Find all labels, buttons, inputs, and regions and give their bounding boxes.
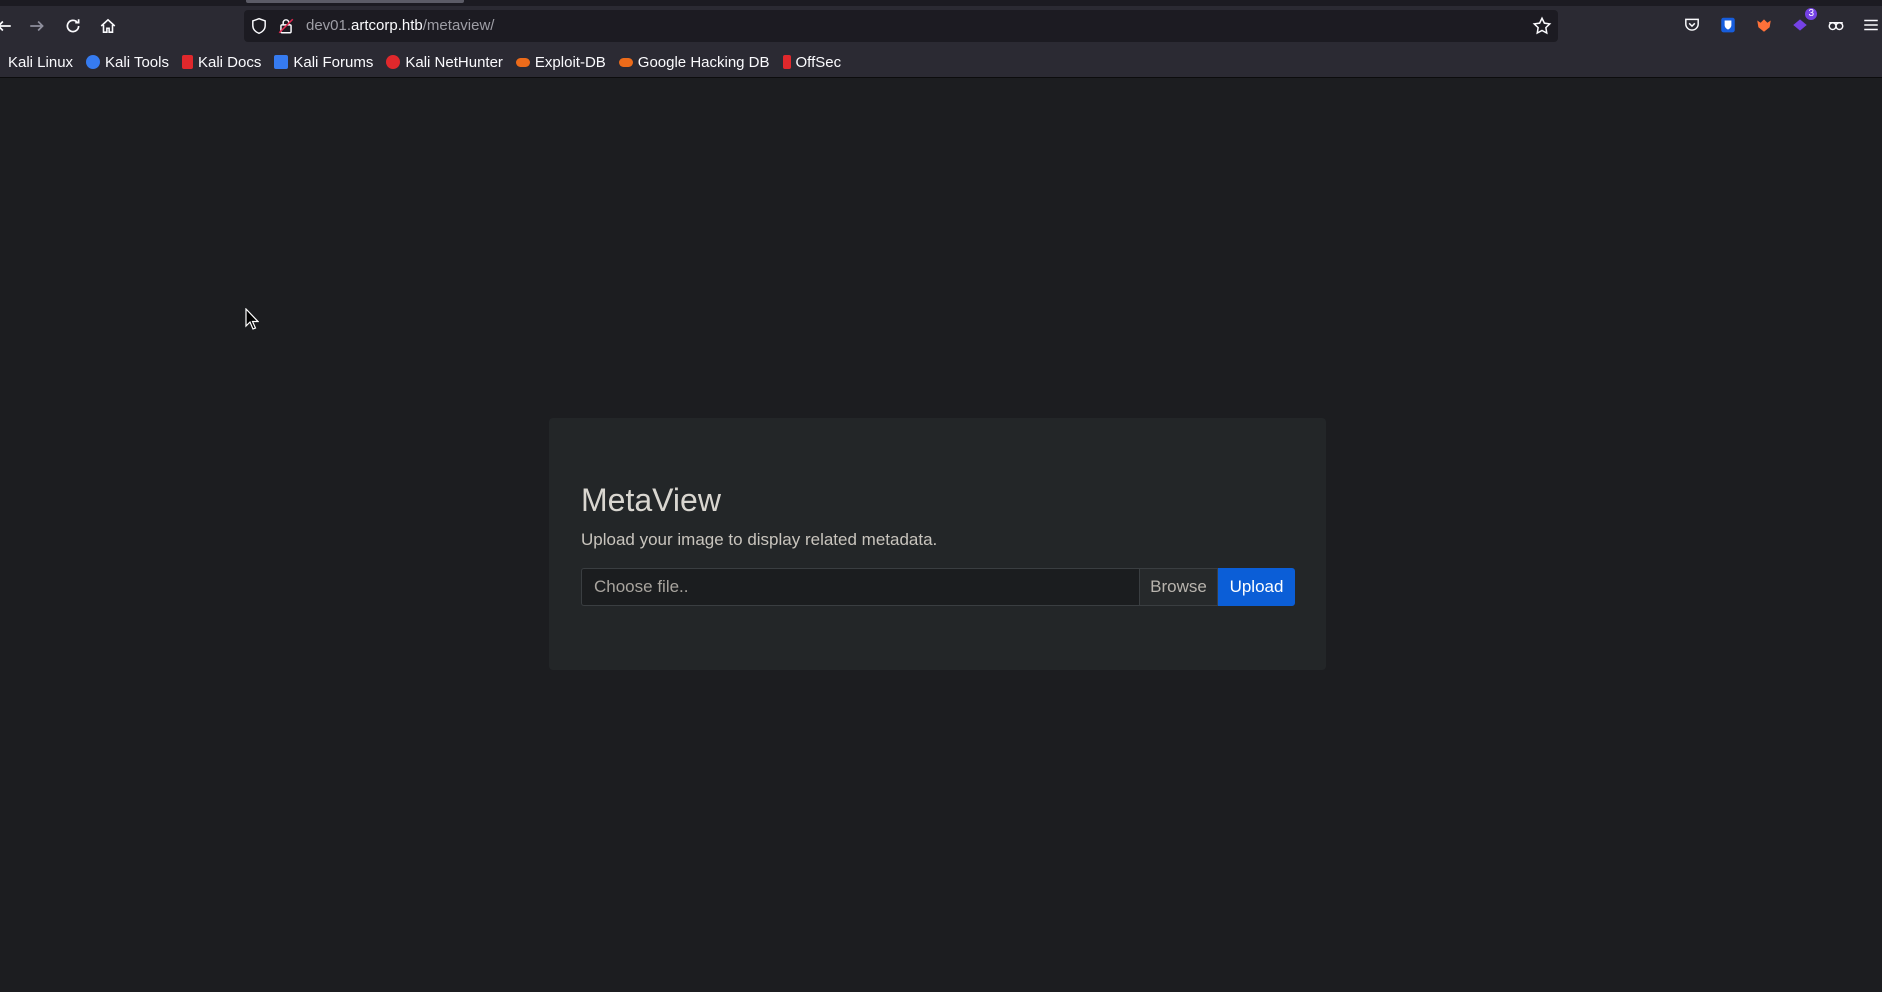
kali-docs-icon — [181, 55, 193, 69]
metaview-card: MetaView Upload your image to display re… — [549, 418, 1326, 670]
lock-icon[interactable] — [277, 17, 295, 35]
bookmark-label: Exploit-DB — [534, 53, 606, 71]
bookmark-label: Google Hacking DB — [637, 53, 770, 71]
page-body: MetaView Upload your image to display re… — [0, 78, 1882, 992]
kali-nethunter-icon — [386, 55, 401, 69]
extension-badge: 3 — [1805, 8, 1817, 20]
home-button[interactable] — [94, 12, 122, 40]
back-button[interactable] — [0, 12, 18, 40]
upload-button[interactable]: Upload — [1218, 568, 1295, 606]
browse-button[interactable]: Browse — [1139, 568, 1218, 606]
forward-arrow-icon — [30, 20, 44, 32]
kali-forums-icon — [274, 55, 289, 69]
bookmark-label: Kali NetHunter — [405, 53, 503, 71]
bookmark-kali-linux[interactable]: Kali Linux — [8, 54, 73, 71]
active-tab-indicator[interactable] — [246, 0, 464, 3]
reload-button[interactable] — [59, 12, 87, 40]
goggles-icon — [1828, 22, 1844, 31]
bitwarden-shield-icon — [1721, 17, 1735, 33]
bookmark-offsec[interactable]: OffSec — [782, 53, 842, 71]
wappalyzer-extension[interactable] — [1825, 14, 1847, 36]
reload-icon — [66, 19, 80, 33]
upload-form: Choose file.. Browse Upload — [581, 568, 1295, 606]
bookmark-label: Kali Tools — [105, 53, 169, 71]
tab-strip — [0, 0, 1882, 6]
bookmark-kali-forums[interactable]: Kali Forums — [274, 54, 373, 71]
bookmark-kali-nethunter[interactable]: Kali NetHunter — [386, 54, 503, 71]
bitwarden-extension[interactable] — [1717, 14, 1739, 36]
extension-with-badge[interactable]: 3 — [1789, 8, 1817, 36]
offsec-icon — [782, 55, 791, 69]
page-title: MetaView — [581, 482, 721, 518]
bookmark-google-hacking-db[interactable]: Google Hacking DB — [618, 53, 770, 71]
url-domain: artcorp.htb — [351, 17, 423, 34]
page-subtitle: Upload your image to display related met… — [581, 530, 938, 549]
url-subdomain: dev01. — [306, 17, 352, 34]
bookmark-label: Kali Forums — [293, 53, 374, 71]
hamburger-menu-icon — [1864, 19, 1878, 31]
bookmark-label: Kali Linux — [8, 53, 74, 71]
pocket-icon — [1685, 18, 1699, 31]
foxyproxy-extension[interactable] — [1753, 14, 1775, 36]
fox-icon — [1757, 19, 1771, 32]
app-menu-button[interactable] — [1860, 14, 1882, 36]
bookmark-label: OffSec — [795, 53, 842, 71]
pocket-button[interactable] — [1681, 14, 1703, 36]
mouse-cursor-icon — [245, 308, 259, 330]
bookmark-label: Kali Docs — [197, 53, 262, 71]
file-input[interactable]: Choose file.. — [581, 568, 1139, 606]
bookmark-kali-tools[interactable]: Kali Tools — [86, 54, 169, 71]
address-bar[interactable]: dev01.artcorp.htb/metaview/ — [244, 10, 1558, 42]
url-text[interactable]: dev01.artcorp.htb/metaview/ — [306, 17, 494, 34]
google-hacking-db-icon — [618, 57, 633, 67]
tracking-protection-shield-icon[interactable] — [250, 17, 268, 35]
bookmarks-toolbar: Kali Linux Kali Tools Kali Docs Kali For… — [0, 50, 854, 74]
bookmark-star-icon[interactable] — [1532, 16, 1552, 36]
back-arrow-icon — [0, 20, 11, 32]
home-icon — [100, 18, 116, 33]
kali-tools-icon — [86, 55, 101, 69]
forward-button[interactable] — [23, 12, 51, 40]
bookmark-exploit-db[interactable]: Exploit-DB — [515, 53, 606, 71]
bookmark-kali-docs[interactable]: Kali Docs — [181, 53, 262, 71]
browser-chrome: dev01.artcorp.htb/metaview/ 3 Kali Linux… — [0, 0, 1882, 78]
exploit-db-icon — [515, 57, 530, 67]
url-path: /metaview/ — [422, 17, 495, 34]
